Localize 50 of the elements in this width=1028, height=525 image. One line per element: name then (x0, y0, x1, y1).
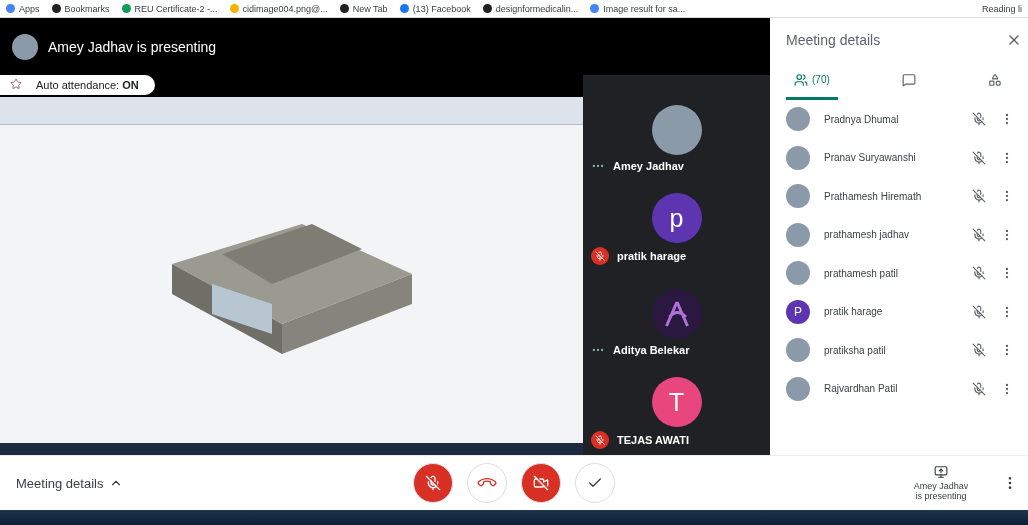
bookmark[interactable]: REU Certificate-2 -... (121, 3, 218, 14)
avatar-logo (651, 289, 702, 339)
avatar-photo (786, 338, 810, 363)
avatar-photo (786, 145, 810, 170)
presenter-label: Amey Jadhav is presenting (48, 38, 217, 55)
participant-name: Aditya Belekar (613, 344, 690, 356)
participant-name: Pranav Suryawanshi (824, 152, 917, 164)
bookmark[interactable]: cidimage004.png@... (229, 3, 328, 14)
present-screen-icon (934, 465, 948, 479)
participant-name: prathamesh patil (824, 267, 899, 279)
meeting-details-button[interactable]: Meeting details (10, 474, 130, 492)
camera-off-icon (533, 475, 549, 491)
auto-attendance-pill: Auto attendance: ON (0, 75, 155, 95)
avatar-photo (651, 105, 702, 155)
shapes-icon (988, 72, 1002, 87)
avatar: p (651, 193, 702, 243)
camera-button[interactable] (521, 463, 561, 503)
mic-button[interactable] (413, 463, 453, 503)
reading-list[interactable]: Reading li (981, 3, 1022, 14)
avatar-photo (786, 107, 810, 132)
participant-name: prathamesh jadhav (824, 229, 911, 241)
mic-off-icon (425, 475, 441, 491)
bookmark[interactable]: (13) Facebook (399, 3, 471, 14)
participant-name: pratik harage (824, 306, 884, 318)
avatar-photo (786, 222, 810, 247)
participant-name: Pradnya Dhumal (824, 113, 900, 125)
bookmark[interactable]: Image result for sa... (590, 3, 686, 14)
panel-title: Meeting details (786, 32, 881, 48)
bookmark[interactable]: New Tab (339, 3, 388, 14)
avatar-photo (786, 261, 810, 286)
participant-name: Amey Jadhav (613, 160, 684, 172)
participant-name: Rajvardhan Patil (824, 383, 899, 395)
avatar-photo (12, 33, 38, 60)
avatar: T (651, 377, 702, 427)
participant-name: Prathamesh Hiremath (824, 190, 923, 202)
avatar-photo (786, 376, 810, 401)
bookmark[interactable]: designformedicalin... (482, 3, 579, 14)
hang-up-button[interactable] (467, 463, 507, 503)
check-button[interactable] (575, 463, 615, 503)
avatar: P (786, 299, 810, 324)
people-tab[interactable]: (70) (786, 62, 838, 100)
bookmark[interactable]: Bookmarks (51, 3, 110, 14)
chat-icon (901, 72, 916, 87)
bookmark[interactable]: Apps (6, 3, 40, 14)
avatar-photo (786, 184, 810, 209)
participant-name: pratik harage (617, 250, 687, 262)
people-icon (794, 72, 808, 87)
participant-name: pratiksha patil (824, 344, 887, 356)
participant-name: TEJAS AWATI (617, 434, 690, 446)
presenting-button[interactable]: Amey Jadhav is presenting (906, 464, 976, 502)
